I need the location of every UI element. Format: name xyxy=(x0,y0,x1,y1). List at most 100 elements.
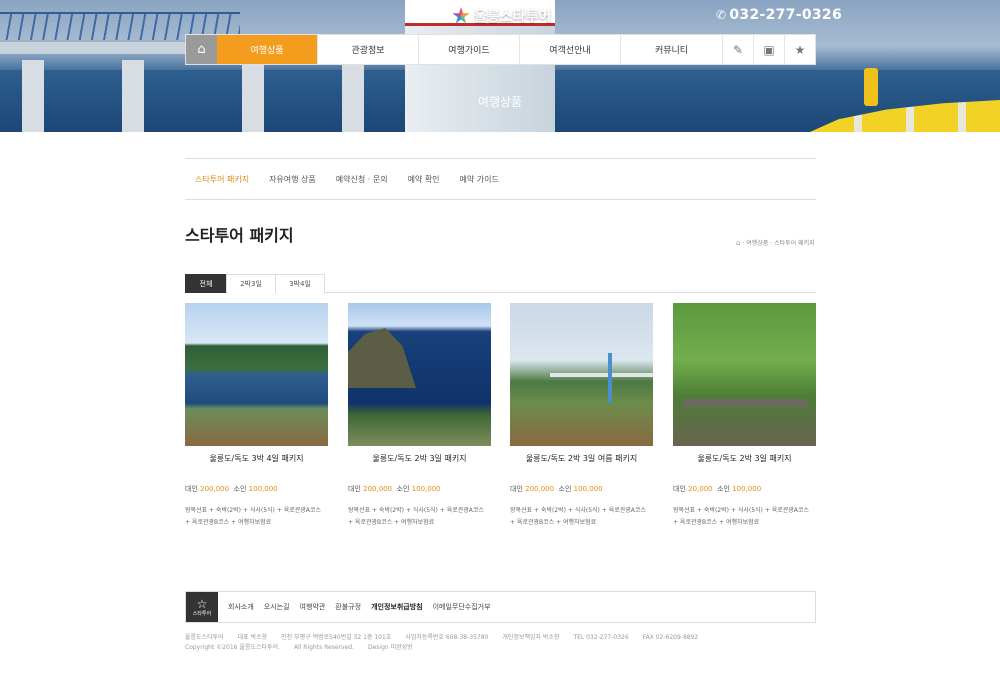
product-description: 왕복선표 + 숙박(2박) + 식사(5식) + 육로관광A코스 + 육로관광B… xyxy=(185,505,328,529)
product-thumbnail[interactable] xyxy=(348,303,491,446)
footer-biz-no: 사업자등록번호 608-38-35780 xyxy=(405,634,489,641)
child-price: 100,000 xyxy=(411,485,441,493)
product-price: 대인 20,000 소인 100,000 xyxy=(673,484,816,494)
header-phone: ✆ 032-277-0326 xyxy=(716,7,842,23)
product-description-line: + 육로관광B코스 + 여행자보험료 xyxy=(673,519,760,526)
gnb-item-travel-guide[interactable]: 여행가이드 xyxy=(419,35,520,64)
child-price: 100,000 xyxy=(573,485,603,493)
footer-link-no-email[interactable]: 이메일무단수집거부 xyxy=(433,602,491,612)
footer-address: 인천 부평구 백범로540번길 32 1층 101호 xyxy=(281,634,392,641)
thumbnail-tower xyxy=(608,353,612,403)
edit-icon[interactable]: ✎ xyxy=(722,35,753,64)
phone-icon: ✆ xyxy=(716,8,727,22)
product-description: 왕복선표 + 숙박(2박) + 식사(5식) + 육로관광A코스 + 육로관광B… xyxy=(673,505,816,529)
hero-banner: 울릉스타투어 ✆ 032-277-0326 ⌂ 여행상품 관광정보 여행가이드 여… xyxy=(0,0,1000,132)
product-card[interactable]: 울릉도/독도 3박 4일 패키지 대인 200,000 소인 100,000 왕… xyxy=(185,303,328,529)
footer-logo[interactable]: ☆ 스타투어 xyxy=(186,592,218,622)
footer-nav: ☆ 스타투어 회사소개 오시는길 여행약관 환불규정 개인정보취급방침 이메일무… xyxy=(185,591,816,623)
phone-number: 032-277-0326 xyxy=(729,7,842,23)
product-card[interactable]: 울릉도/독도 2박 3일 패키지 대인 20,000 소인 100,000 왕복… xyxy=(673,303,816,529)
subnav-item-free-tour[interactable]: 자유여행 상품 xyxy=(269,174,316,185)
home-icon[interactable]: ⌂ xyxy=(186,35,217,64)
adult-price: 200,000 xyxy=(200,485,230,493)
site-logo[interactable]: 울릉스타투어 xyxy=(452,5,551,27)
footer-link-directions[interactable]: 오시는길 xyxy=(264,602,290,612)
logo-star-icon xyxy=(452,7,470,24)
product-price: 대인 200,000 소인 100,000 xyxy=(510,484,653,494)
logo-text: 울릉스타투어 xyxy=(474,9,552,25)
gnb-item-ferry-info[interactable]: 여객선안내 xyxy=(520,35,621,64)
product-description: 왕복선표 + 숙박(2박) + 식사(5식) + 육로관광A코스 + 육로관광B… xyxy=(348,505,491,529)
global-nav: ⌂ 여행상품 관광정보 여행가이드 여객선안내 커뮤니티 ✎ ▣ ★ xyxy=(185,34,816,65)
subnav-item-star-package[interactable]: 스타투어 패키지 xyxy=(195,174,249,185)
product-price: 대인 200,000 소인 100,000 xyxy=(185,484,328,494)
footer-tel: TEL 032-277-0326 xyxy=(573,634,629,641)
footer-star-icon: ☆ xyxy=(196,596,208,611)
product-description-line: 왕복선표 + 숙박(2박) + 식사(5식) + 육로관광A코스 xyxy=(510,507,646,514)
product-description-line: 왕복선표 + 숙박(2박) + 식사(5식) + 육로관광A코스 xyxy=(673,507,809,514)
star-icon[interactable]: ★ xyxy=(784,35,815,64)
product-description-line: 왕복선표 + 숙박(2박) + 식사(5식) + 육로관광A코스 xyxy=(185,507,321,514)
product-description-line: + 육로관광B코스 + 여행자보험료 xyxy=(185,519,272,526)
product-thumbnail[interactable] xyxy=(510,303,653,446)
product-description-line: + 육로관광B코스 + 여행자보험료 xyxy=(348,519,435,526)
footer-rights: All Rights Reserved. xyxy=(293,644,354,651)
adult-price: 20,000 xyxy=(688,485,713,493)
calendar-check-icon[interactable]: ▣ xyxy=(753,35,784,64)
tab-2n3d[interactable]: 2박3일 xyxy=(226,274,276,293)
footer-copyright: Copyright ©2016 울릉도스타투어. xyxy=(185,644,280,651)
subnav-item-reservation-check[interactable]: 예약 확인 xyxy=(408,174,440,185)
adult-price-label: 대인 xyxy=(185,485,198,493)
breadcrumb-home-icon[interactable]: ⌂ xyxy=(736,239,740,247)
product-description: 왕복선표 + 숙박(2박) + 식사(5식) + 육로관광A코스 + 육로관광B… xyxy=(510,505,653,529)
product-name[interactable]: 울릉도/독도 2박 3일 패키지 xyxy=(348,453,491,464)
product-thumbnail[interactable] xyxy=(673,303,816,446)
footer-link-privacy[interactable]: 개인정보취급방침 xyxy=(371,602,423,612)
gnb-item-community[interactable]: 커뮤니티 xyxy=(621,35,722,64)
footer-company: 울릉도스타투어 xyxy=(185,634,224,641)
subnav-item-reservation-guide[interactable]: 예약 가이드 xyxy=(460,174,499,185)
gnb-item-tour-products[interactable]: 여행상품 xyxy=(217,35,318,64)
product-card[interactable]: 울릉도/독도 2박 3일 여름 패키지 대인 200,000 소인 100,00… xyxy=(510,303,653,529)
footer-links: 회사소개 오시는길 여행약관 환불규정 개인정보취급방침 이메일무단수집거부 xyxy=(228,602,491,612)
hero-title: 여행상품 xyxy=(477,95,523,109)
thumbnail-deck xyxy=(683,399,808,407)
product-thumbnail[interactable] xyxy=(185,303,328,446)
product-name[interactable]: 울릉도/독도 2박 3일 여름 패키지 xyxy=(510,453,653,464)
adult-price: 200,000 xyxy=(363,485,393,493)
child-price-label: 소인 xyxy=(558,485,572,493)
footer-design: Design 미완성방 xyxy=(367,644,413,651)
product-price: 대인 200,000 소인 100,000 xyxy=(348,484,491,494)
child-price: 100,000 xyxy=(248,485,278,493)
footer-ceo: 대표 박소향 xyxy=(237,634,268,641)
breadcrumb-path: · 여행상품 · 스타투어 패키지 xyxy=(742,240,815,247)
subnav-item-reservation-inquiry[interactable]: 예약신청 · 문의 xyxy=(336,174,388,185)
tab-3n4d[interactable]: 3박4일 xyxy=(275,274,325,293)
product-name[interactable]: 울릉도/독도 3박 4일 패키지 xyxy=(185,453,328,464)
footer-logo-text: 스타투어 xyxy=(192,610,212,617)
child-price: 100,000 xyxy=(732,485,762,493)
thumbnail-cliff xyxy=(348,328,416,388)
child-price-label: 소인 xyxy=(717,485,730,493)
adult-price-label: 대인 xyxy=(510,485,523,493)
filter-tabs: 전체 2박3일 3박4일 xyxy=(185,274,816,293)
footer-info: 울릉도스타투어 대표 박소향 인천 부평구 백범로540번길 32 1층 101… xyxy=(185,633,698,653)
footer-link-about[interactable]: 회사소개 xyxy=(228,602,254,612)
product-card[interactable]: 울릉도/독도 2박 3일 패키지 대인 200,000 소인 100,000 왕… xyxy=(348,303,491,529)
gnb-item-tourism-info[interactable]: 관광정보 xyxy=(318,35,419,64)
product-description-line: 왕복선표 + 숙박(2박) + 식사(5식) + 육로관광A코스 xyxy=(348,507,484,514)
product-name[interactable]: 울릉도/독도 2박 3일 패키지 xyxy=(673,453,816,464)
thumbnail-bridge xyxy=(550,373,653,377)
footer-fax: FAX 02-6209-8892 xyxy=(642,634,699,641)
footer-link-terms[interactable]: 여행약관 xyxy=(300,602,326,612)
child-price-label: 소인 xyxy=(233,485,247,493)
breadcrumb: ⌂ · 여행상품 · 스타투어 패키지 xyxy=(736,238,815,248)
adult-price-label: 대인 xyxy=(673,485,686,493)
footer-privacy-officer: 개인정보책임자 박소향 xyxy=(502,634,560,641)
tab-all[interactable]: 전체 xyxy=(185,274,227,293)
page-title: 스타투어 패키지 xyxy=(185,226,294,245)
footer-link-refund[interactable]: 환불규정 xyxy=(335,602,361,612)
sub-nav: 스타투어 패키지 자유여행 상품 예약신청 · 문의 예약 확인 예약 가이드 xyxy=(185,158,816,200)
adult-price-label: 대인 xyxy=(348,485,361,493)
product-description-line: + 육로관광B코스 + 여행자보험료 xyxy=(510,519,597,526)
